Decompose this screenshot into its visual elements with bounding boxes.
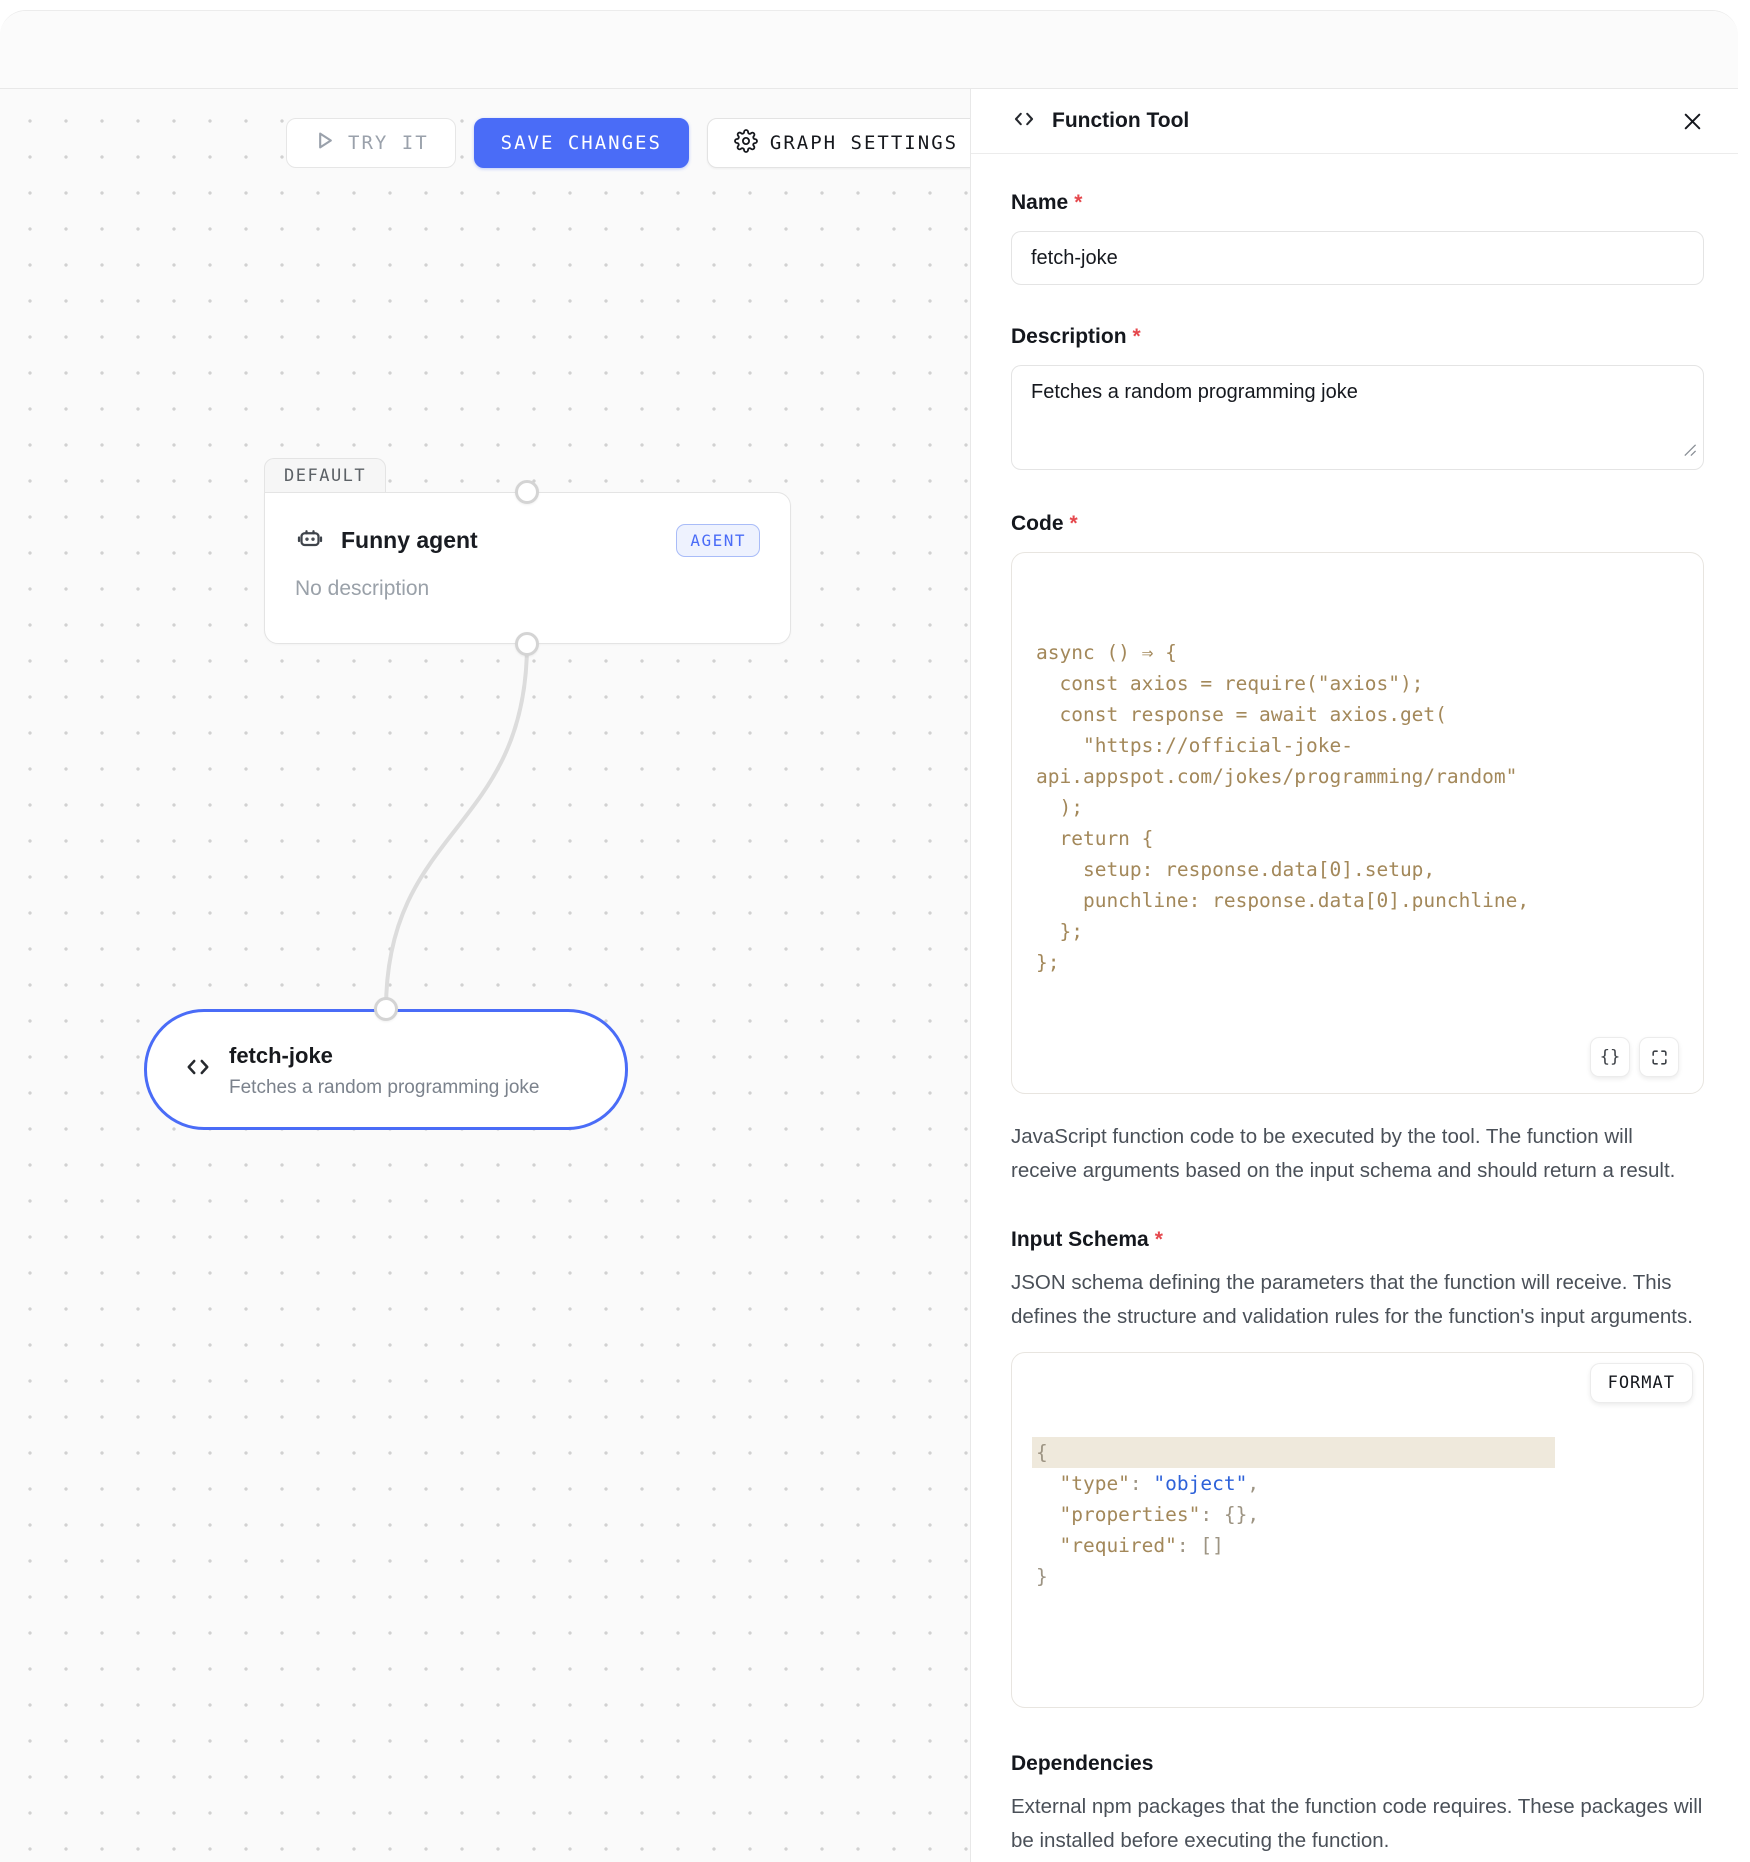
panel-body: Name* fetch-joke Description* Fetches a …: [971, 154, 1738, 1862]
input-schema-editor[interactable]: { "type": "object", "properties": {}, "r…: [1011, 1352, 1704, 1708]
agent-node[interactable]: Funny agent AGENT No description: [264, 492, 791, 644]
group-tab-default[interactable]: DEFAULT: [264, 458, 386, 493]
format-braces-icon[interactable]: {}: [1590, 1037, 1630, 1077]
flow-canvas[interactable]: TRY IT SAVE CHANGES GRAPH SETTINGS DEFAU…: [0, 89, 970, 1862]
input-schema-help-text: JSON schema defining the parameters that…: [1011, 1266, 1704, 1334]
name-input-value: fetch-joke: [1031, 247, 1118, 270]
canvas-toolbar: TRY IT SAVE CHANGES GRAPH SETTINGS: [286, 118, 970, 168]
description-textarea[interactable]: Fetches a random programming joke: [1011, 365, 1704, 470]
top-bar: [0, 11, 1738, 89]
resize-grip-icon[interactable]: [1682, 440, 1697, 463]
agent-node-title: Funny agent: [341, 527, 660, 554]
required-asterisk: *: [1074, 191, 1082, 214]
edge-agent-to-tool: [386, 644, 527, 1009]
code-icon: [183, 1052, 213, 1087]
format-button[interactable]: FORMAT: [1590, 1363, 1693, 1403]
group-tab-label: DEFAULT: [284, 466, 366, 486]
try-it-label: TRY IT: [348, 132, 429, 154]
code-icon: [1011, 106, 1037, 137]
tool-node-title: fetch-joke: [229, 1043, 539, 1069]
description-textarea-value: Fetches a random programming joke: [1031, 381, 1358, 403]
name-input[interactable]: fetch-joke: [1011, 231, 1704, 285]
name-label: Name*: [1011, 191, 1704, 215]
code-editor-content: async () ⇒ { const axios = require("axio…: [1036, 637, 1679, 978]
save-changes-label: SAVE CHANGES: [501, 132, 662, 154]
save-changes-button[interactable]: SAVE CHANGES: [474, 118, 689, 168]
tool-node-description: Fetches a random programming joke: [229, 1077, 539, 1099]
agent-node-top-handle[interactable]: [515, 480, 539, 504]
code-label: Code*: [1011, 512, 1704, 536]
panel-header: Function Tool: [971, 89, 1738, 154]
required-asterisk: *: [1133, 325, 1141, 348]
graph-settings-label: GRAPH SETTINGS: [770, 132, 958, 154]
function-tool-panel: Function Tool Name* fetch-joke Descripti…: [970, 89, 1738, 1862]
tool-node-top-handle[interactable]: [374, 997, 398, 1021]
agent-badge: AGENT: [676, 524, 760, 557]
dependencies-label: Dependencies: [1011, 1752, 1704, 1776]
description-label: Description*: [1011, 325, 1704, 349]
robot-icon: [295, 523, 325, 558]
app-window: TRY IT SAVE CHANGES GRAPH SETTINGS DEFAU…: [0, 10, 1738, 1862]
gear-icon: [734, 129, 758, 158]
input-schema-label: Input Schema*: [1011, 1228, 1704, 1252]
close-icon[interactable]: [1674, 103, 1710, 139]
required-asterisk: *: [1155, 1228, 1163, 1251]
input-schema-content: { "type": "object", "properties": {}, "r…: [1036, 1437, 1679, 1592]
code-editor[interactable]: async () ⇒ { const axios = require("axio…: [1011, 552, 1704, 1094]
code-editor-actions: {}: [1590, 1037, 1679, 1077]
agent-node-description: No description: [295, 577, 760, 601]
code-help-text: JavaScript function code to be executed …: [1011, 1120, 1704, 1188]
fullscreen-icon[interactable]: [1639, 1037, 1679, 1077]
dependencies-help-text: External npm packages that the function …: [1011, 1790, 1704, 1858]
tool-node-fetch-joke[interactable]: fetch-joke Fetches a random programming …: [144, 1009, 628, 1130]
required-asterisk: *: [1070, 512, 1078, 535]
play-icon: [313, 129, 336, 157]
agent-node-bottom-handle[interactable]: [515, 632, 539, 656]
try-it-button[interactable]: TRY IT: [286, 118, 456, 168]
graph-settings-button[interactable]: GRAPH SETTINGS: [707, 118, 970, 168]
panel-title: Function Tool: [1052, 109, 1659, 133]
edge-layer: [0, 89, 970, 1862]
